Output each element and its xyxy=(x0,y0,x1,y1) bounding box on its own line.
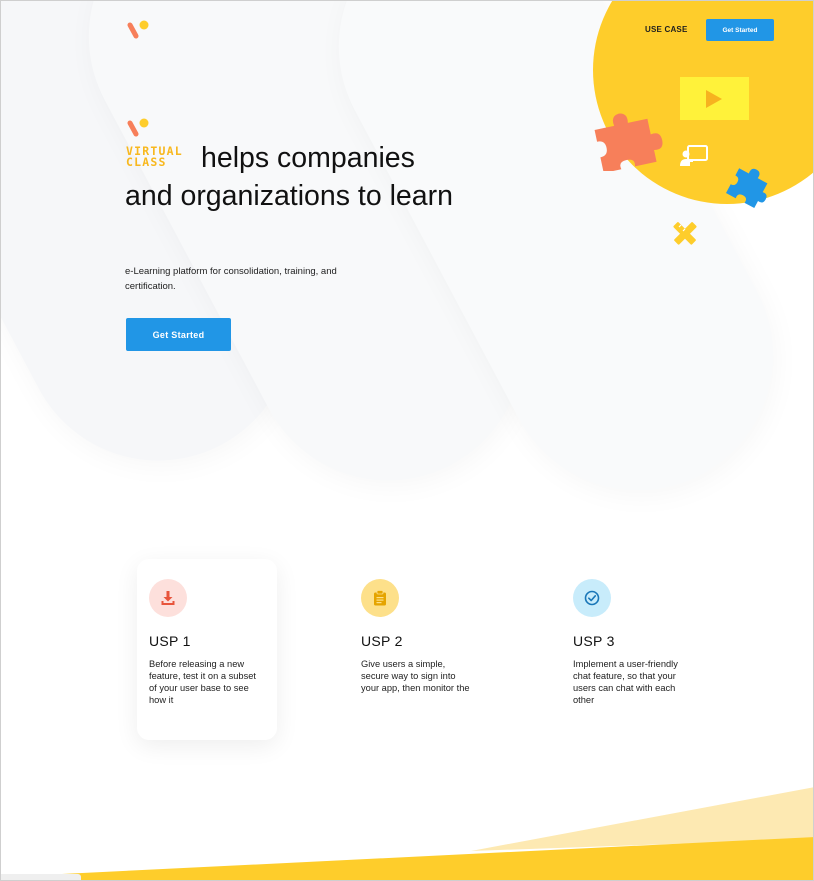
nav-link-use-case[interactable]: USE CASE xyxy=(645,25,688,34)
horizontal-scrollbar[interactable] xyxy=(1,874,81,880)
usp-title: USP 2 xyxy=(361,633,403,649)
hero-get-started-button[interactable]: Get Started xyxy=(126,318,231,351)
hero-subtext: e-Learning platform for consolidation, t… xyxy=(125,266,337,292)
pencil-ruler-icon xyxy=(673,222,697,245)
usp-item: USP 3 Implement a user-friendly chat fea… xyxy=(573,579,693,706)
header-get-started-button[interactable]: Get Started xyxy=(706,19,774,41)
usp-description: Give users a simple, secure way to sign … xyxy=(361,659,470,693)
presenter-icon xyxy=(680,145,708,166)
usp-icon-circle xyxy=(149,579,187,617)
usp-description: Implement a user-friendly chat feature, … xyxy=(573,659,678,705)
usp-icon-circle xyxy=(361,579,399,617)
footer-decoration xyxy=(1,787,813,880)
puzzle-piece-orange-icon xyxy=(594,113,663,171)
hero-headline: helps companies and organizations to lea… xyxy=(125,142,453,212)
usp-title: USP 1 xyxy=(149,633,191,649)
video-icon xyxy=(680,77,749,120)
logo-icon[interactable] xyxy=(125,19,151,41)
usp-icon-circle xyxy=(573,579,611,617)
usp-title: USP 3 xyxy=(573,633,615,649)
download-icon xyxy=(161,591,175,605)
usp-description: Before releasing a new feature, test it … xyxy=(149,659,256,705)
usp-item: USP 1 Before releasing a new feature, te… xyxy=(149,579,269,706)
check-circle-icon xyxy=(584,590,600,606)
puzzle-piece-blue-icon xyxy=(726,168,768,209)
page: USE CASE Get Started VIRTUAL CLASS helps… xyxy=(0,0,814,881)
usp-item: USP 2 Give users a simple, secure way to… xyxy=(361,579,481,694)
hero-logo-icon xyxy=(127,118,149,137)
clipboard-icon xyxy=(374,590,386,606)
